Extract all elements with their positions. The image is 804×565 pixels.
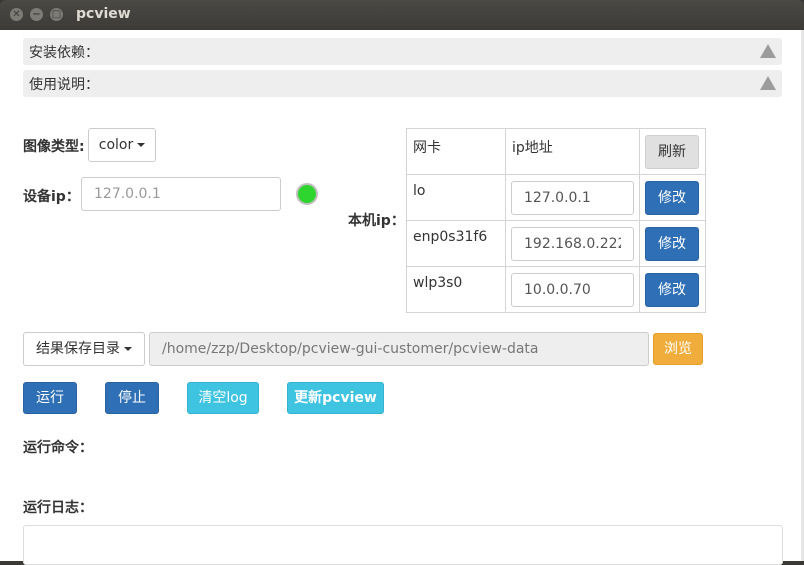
save-dir-path-input[interactable] bbox=[149, 332, 649, 366]
image-type-dropdown[interactable]: color bbox=[88, 128, 156, 162]
update-pcview-button[interactable]: 更新pcview bbox=[287, 382, 384, 414]
save-dir-dropdown-label: 结果保存目录 bbox=[36, 341, 120, 357]
caret-down-icon bbox=[124, 347, 132, 351]
install-deps-panel[interactable]: 安装依赖： bbox=[23, 38, 782, 65]
ip-input[interactable] bbox=[511, 181, 634, 215]
refresh-button[interactable]: 刷新 bbox=[645, 135, 699, 169]
table-header-row: 网卡 ip地址 刷新 bbox=[406, 128, 706, 175]
connection-status-indicator bbox=[296, 183, 318, 205]
maximize-window-icon[interactable]: □ bbox=[50, 8, 63, 21]
run-button[interactable]: 运行 bbox=[23, 382, 77, 414]
action-cell: 修改 bbox=[639, 220, 706, 267]
action-cell: 修改 bbox=[639, 174, 706, 221]
edit-button[interactable]: 修改 bbox=[645, 181, 699, 215]
edit-button[interactable]: 修改 bbox=[645, 227, 699, 261]
install-deps-label: 安装依赖： bbox=[29, 45, 99, 61]
minimize-window-icon[interactable]: − bbox=[30, 8, 43, 21]
table-row: enp0s31f6 修改 bbox=[406, 220, 706, 267]
nic-name-cell: lo bbox=[406, 174, 506, 221]
ip-input[interactable] bbox=[511, 273, 634, 307]
ip-cell bbox=[505, 220, 640, 267]
nic-header: 网卡 bbox=[406, 128, 506, 175]
edit-button[interactable]: 修改 bbox=[645, 273, 699, 307]
ip-input[interactable] bbox=[511, 227, 634, 261]
close-window-icon[interactable]: ✕ bbox=[10, 8, 23, 21]
save-dir-dropdown[interactable]: 结果保存目录 bbox=[23, 332, 145, 366]
caret-down-icon bbox=[137, 143, 146, 147]
run-log-label: 运行日志： bbox=[23, 500, 93, 516]
stop-button[interactable]: 停止 bbox=[105, 382, 159, 414]
usage-label: 使用说明： bbox=[29, 77, 99, 93]
table-row: lo 修改 bbox=[406, 174, 706, 221]
nic-name-cell: wlp3s0 bbox=[406, 266, 506, 313]
title-bar: ✕ − □ pcview bbox=[0, 0, 804, 30]
device-ip-label: 设备ip： bbox=[23, 189, 80, 205]
run-log-textarea[interactable] bbox=[23, 525, 783, 565]
window-title: pcview bbox=[76, 6, 131, 22]
image-type-label: 图像类型: bbox=[23, 139, 85, 155]
local-ip-label: 本机ip： bbox=[348, 213, 405, 229]
refresh-cell: 刷新 bbox=[639, 128, 706, 175]
ip-header: ip地址 bbox=[505, 128, 640, 175]
image-type-value: color bbox=[98, 137, 134, 153]
nic-name-cell: enp0s31f6 bbox=[406, 220, 506, 267]
clear-log-button[interactable]: 清空log bbox=[187, 382, 259, 414]
collapse-triangle-icon[interactable] bbox=[760, 76, 776, 90]
ip-cell bbox=[505, 266, 640, 313]
ip-cell bbox=[505, 174, 640, 221]
action-cell: 修改 bbox=[639, 266, 706, 313]
table-row: wlp3s0 修改 bbox=[406, 266, 706, 313]
nic-table: 网卡 ip地址 刷新 lo 修改 enp0s31f6 修改 wlp3s0 修改 bbox=[406, 128, 706, 313]
run-command-label: 运行命令： bbox=[23, 440, 93, 456]
collapse-triangle-icon[interactable] bbox=[760, 44, 776, 58]
device-ip-input[interactable] bbox=[81, 177, 281, 211]
app-window: ✕ − □ pcview 安装依赖： 使用说明： 图像类型: color 设备i… bbox=[0, 0, 804, 565]
usage-panel[interactable]: 使用说明： bbox=[23, 70, 782, 97]
browse-button[interactable]: 浏览 bbox=[653, 333, 703, 365]
